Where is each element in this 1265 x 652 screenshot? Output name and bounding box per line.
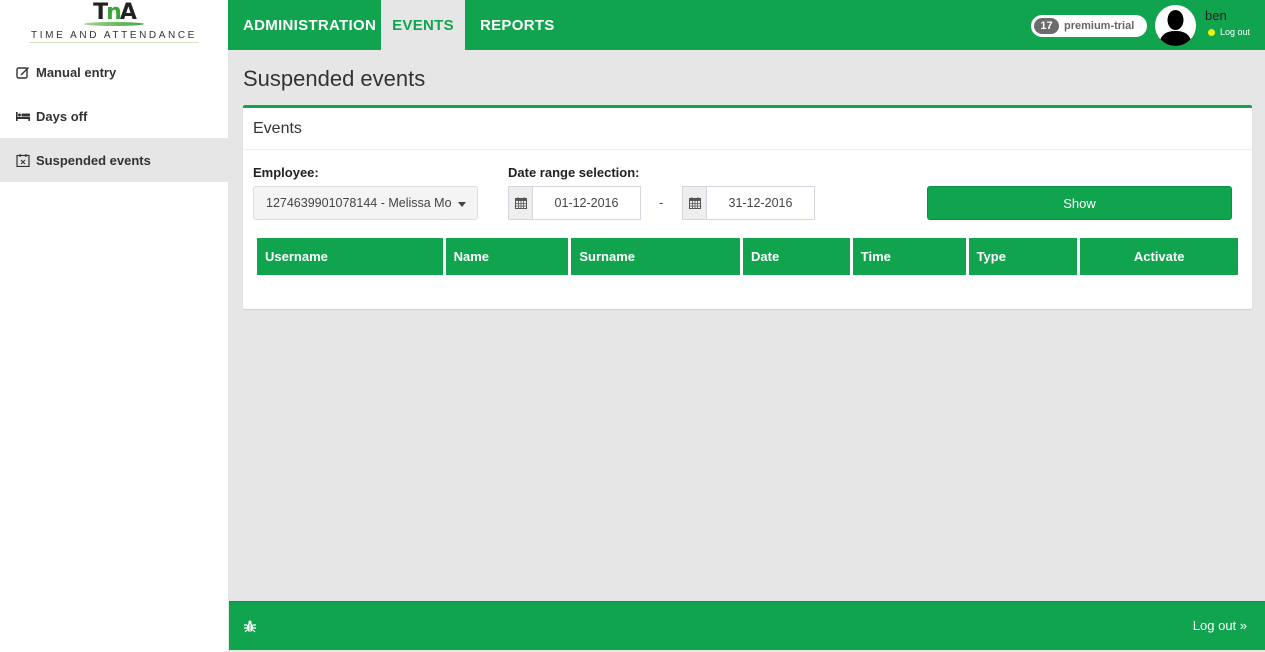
show-button[interactable]: Show — [927, 186, 1232, 220]
date-to-field[interactable]: 31-12-2016 — [682, 186, 815, 220]
sidebar-item-label: Suspended events — [36, 152, 151, 168]
column-header-name[interactable]: Name — [445, 238, 569, 275]
footer: Log out » — [229, 601, 1265, 650]
sidebar-item-suspended-events[interactable]: Suspended events — [0, 138, 228, 182]
date-from-field[interactable]: 01-12-2016 — [508, 186, 641, 220]
calendar-times-icon — [16, 154, 30, 167]
column-header-type[interactable]: Type — [968, 238, 1078, 275]
app-logo[interactable]: TnA TIME AND ATTENDANCE — [0, 0, 228, 50]
employee-label: Employee: — [253, 165, 319, 180]
top-navbar: ADMINISTRATION EVENTS REPORTS 17 premium… — [228, 0, 1265, 50]
bug-icon[interactable] — [244, 620, 256, 633]
plan-count: 17 — [1034, 18, 1059, 34]
logo-mark: TnA — [93, 0, 137, 25]
page-title: Suspended events — [243, 66, 426, 91]
tab-reports[interactable]: REPORTS — [480, 0, 555, 50]
panel-title: Events — [243, 108, 1252, 150]
sidebar-item-label: Days off — [36, 108, 88, 124]
sidebar: TnA TIME AND ATTENDANCE Manual entry Day… — [0, 0, 228, 652]
bed-icon — [16, 112, 30, 121]
column-header-username[interactable]: Username — [257, 238, 443, 275]
sidebar-item-label: Manual entry — [36, 64, 117, 80]
avatar[interactable] — [1155, 5, 1196, 46]
column-header-date[interactable]: Date — [743, 238, 850, 275]
date-separator: - — [659, 195, 664, 210]
column-header-time[interactable]: Time — [852, 238, 966, 275]
edit-icon — [16, 67, 29, 79]
user-silhouette-icon — [1159, 10, 1192, 46]
column-header-surname[interactable]: Surname — [571, 238, 741, 275]
employee-select-value: 1274639901078144 - Melissa Mo — [266, 196, 452, 210]
user-name: ben — [1205, 8, 1227, 23]
plan-label: premium-trial — [1064, 20, 1135, 32]
events-panel: Events Employee: Date range selection: 1… — [243, 105, 1252, 309]
tab-administration[interactable]: ADMINISTRATION — [228, 0, 391, 50]
user-logout-link[interactable]: Log out — [1208, 27, 1250, 37]
footer-logout-link[interactable]: Log out » — [1193, 618, 1247, 633]
events-table: Username Name Surname Date Time Type Act… — [257, 238, 1238, 275]
online-status-icon — [1208, 28, 1215, 36]
date-to-value: 31-12-2016 — [728, 196, 793, 210]
calendar-icon[interactable] — [683, 187, 707, 219]
caret-down-icon — [458, 202, 466, 207]
logo-subtitle: TIME AND ATTENDANCE — [29, 30, 199, 43]
calendar-icon[interactable] — [509, 187, 533, 219]
date-range-label: Date range selection: — [508, 165, 640, 180]
tab-events[interactable]: EVENTS — [381, 0, 465, 50]
employee-select[interactable]: 1274639901078144 - Melissa Mo — [253, 186, 478, 220]
sidebar-item-days-off[interactable]: Days off — [0, 94, 228, 138]
sidebar-item-manual-entry[interactable]: Manual entry — [0, 50, 228, 94]
column-header-activate[interactable]: Activate — [1080, 238, 1238, 275]
date-from-value: 01-12-2016 — [554, 196, 619, 210]
plan-badge[interactable]: 17 premium-trial — [1031, 15, 1147, 37]
user-logout-label: Log out — [1220, 27, 1251, 37]
